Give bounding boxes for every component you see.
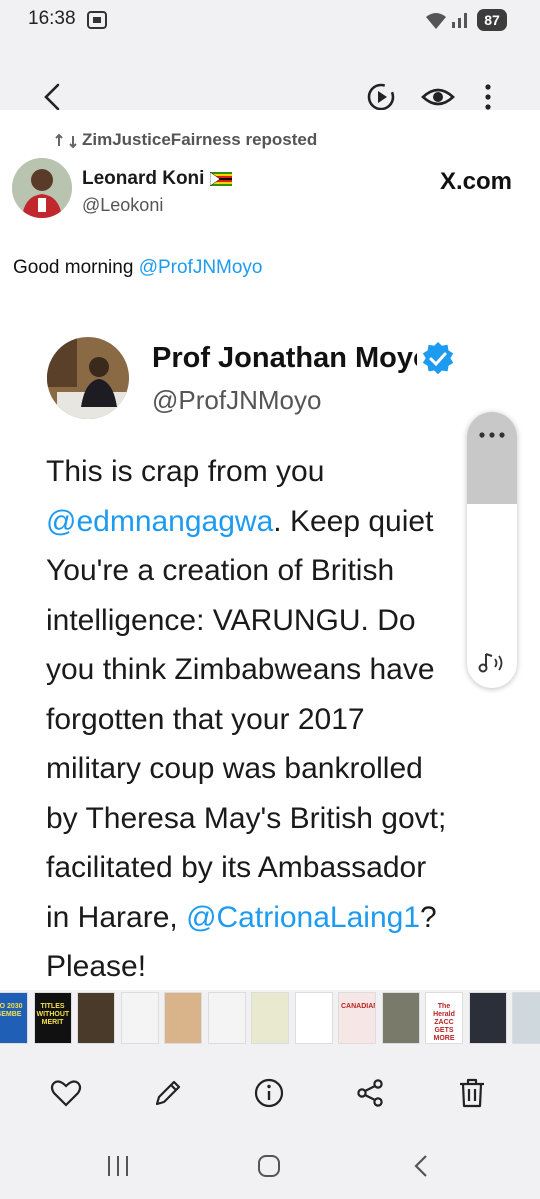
- text-segment: . Keep quiet: [273, 504, 434, 538]
- share-icon[interactable]: [353, 1076, 387, 1110]
- author-avatar: [12, 158, 72, 218]
- quoted-text-line: by Theresa May's British govt;: [46, 794, 516, 844]
- info-icon[interactable]: [252, 1076, 286, 1110]
- thumbnail-item[interactable]: [120, 992, 159, 1044]
- play-circle-icon[interactable]: [364, 80, 398, 114]
- thumbnail-item[interactable]: TO 2030 SEMBE: [0, 992, 28, 1044]
- quoted-text-line: @edmnangagwa. Keep quiet: [46, 497, 516, 547]
- zimbabwe-flag-icon: [209, 171, 232, 187]
- thumbnail-label: The Herald ZACC GETS MORE EVIDENCE AGAIN…: [433, 1003, 455, 1042]
- mention-link: @edmnangagwa: [46, 504, 274, 538]
- side-panel-header: [467, 412, 517, 504]
- status-time: 16:38: [28, 8, 76, 29]
- thumbnail-label: CANADIAN: [341, 1003, 376, 1010]
- thumbnail-item[interactable]: TITLES WITHOUT MERIT: [33, 992, 72, 1044]
- text-segment: ?: [420, 900, 437, 934]
- back-icon[interactable]: [408, 1153, 436, 1179]
- quoted-text-line: you think Zimbabweans have: [46, 645, 516, 695]
- text-segment: This is crap from you: [46, 455, 325, 488]
- system-nav-bar: [0, 1135, 540, 1199]
- text-segment: in Harare,: [46, 900, 187, 934]
- pencil-icon[interactable]: [151, 1076, 185, 1110]
- thumbnail-item[interactable]: [207, 992, 246, 1044]
- thumbnail-item[interactable]: [294, 992, 333, 1044]
- floating-side-panel[interactable]: [467, 412, 517, 688]
- verified-badge-icon: [422, 341, 454, 375]
- signal-icon: [452, 13, 467, 28]
- thumbnail-label: TITLES WITHOUT MERIT: [36, 1003, 70, 1026]
- thumbnail-item[interactable]: [468, 992, 507, 1044]
- quoted-text-line: facilitated by its Ambassador: [46, 843, 516, 893]
- thumbnail-item[interactable]: [77, 992, 115, 1044]
- quoted-text-line: military coup was bankrolled: [46, 744, 516, 794]
- mention-link: @ProfJNMoyo: [138, 257, 263, 278]
- quoted-avatar: [47, 337, 129, 419]
- author-name: Leonard Koni: [82, 168, 232, 190]
- back-chevron-icon[interactable]: [38, 82, 68, 112]
- text-segment: you think Zimbabweans have: [46, 653, 435, 686]
- thumbnail-item[interactable]: [164, 992, 202, 1044]
- text-segment: You're a creation of British: [46, 554, 395, 587]
- bottom-action-bar: [0, 1068, 540, 1118]
- recents-icon[interactable]: [104, 1153, 132, 1179]
- quoted-text-line: Please!: [46, 942, 516, 990]
- text-segment: Please!: [46, 950, 147, 983]
- thumbnail-item[interactable]: The Herald ZACC GETS MORE EVIDENCE AGAIN…: [425, 992, 463, 1044]
- quoted-text: This is crap from you @edmnangagwa. Keep …: [46, 447, 516, 990]
- source-label: X.com: [440, 168, 513, 195]
- audio-note-icon[interactable]: [477, 650, 507, 676]
- thumbnail-item[interactable]: [512, 992, 540, 1044]
- quoted-name: Prof Jonathan Moyo: [152, 342, 417, 374]
- quoted-handle: @ProfJNMoyo: [152, 385, 322, 415]
- eye-icon[interactable]: [420, 80, 456, 114]
- heart-icon[interactable]: [49, 1076, 83, 1110]
- wifi-icon: [426, 13, 446, 29]
- text-segment: intelligence: VARUNGU. Do: [46, 603, 416, 637]
- battery-indicator: 87: [477, 9, 507, 31]
- screenshot-icon: [87, 11, 107, 29]
- photo-content[interactable]: ZimJusticeFairness reposted Leonard Koni…: [0, 110, 540, 990]
- trash-icon[interactable]: [455, 1076, 489, 1110]
- status-bar: 16:38 87: [0, 0, 540, 40]
- thumbnail-item[interactable]: [251, 992, 289, 1044]
- mention-link: @CatrionaLaing1: [186, 900, 420, 934]
- author-handle: @Leokoni: [82, 195, 164, 215]
- repost-label: ZimJusticeFairness reposted: [82, 130, 318, 149]
- text-segment: facilitated by its Ambassador: [46, 851, 427, 884]
- quoted-text-line: intelligence: VARUNGU. Do: [46, 596, 516, 646]
- text-segment: by Theresa May's British govt;: [46, 801, 447, 835]
- quoted-text-line: This is crap from you: [46, 447, 516, 497]
- home-icon[interactable]: [255, 1153, 283, 1179]
- quoted-text-line: You're a creation of British: [46, 546, 516, 596]
- tweet-text: Good morning @ProfJNMoyo: [13, 257, 263, 278]
- more-vertical-icon[interactable]: [478, 82, 498, 112]
- thumbnail-item[interactable]: [381, 992, 420, 1044]
- thumbnail-item[interactable]: CANADIAN: [338, 992, 376, 1044]
- text-segment: military coup was bankrolled: [46, 752, 423, 785]
- quoted-text-line: forgotten that your 2017: [46, 695, 516, 745]
- repost-icon: [55, 133, 77, 149]
- text-segment: forgotten that your 2017: [46, 702, 365, 736]
- thumbnail-label: TO 2030 SEMBE: [0, 1003, 23, 1018]
- more-horizontal-icon[interactable]: [478, 430, 506, 440]
- quoted-text-line: in Harare, @CatrionaLaing1?: [46, 893, 516, 943]
- thumbnail-strip[interactable]: TO 2030 SEMBE TITLES WITHOUT MERIT CANADIA…: [0, 990, 540, 1048]
